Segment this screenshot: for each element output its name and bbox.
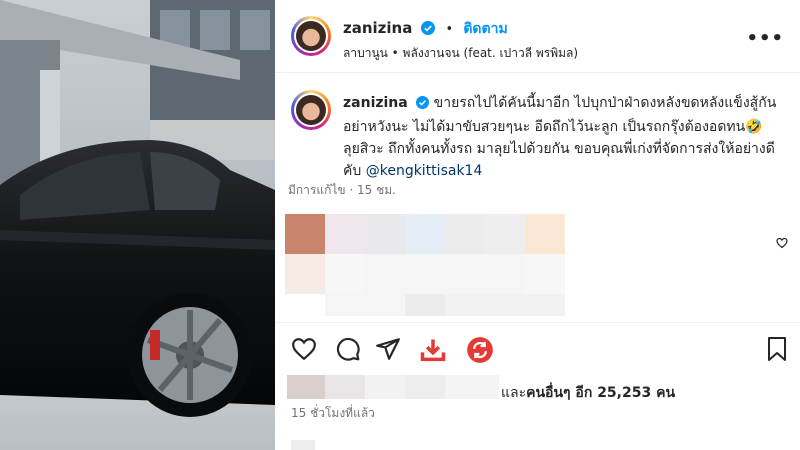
mention-link[interactable]: @kengkittisak14 (366, 163, 483, 179)
caption-avatar[interactable] (291, 90, 331, 130)
username[interactable]: zanizina (343, 19, 412, 37)
post-header: zanizina • ติดตาม ลาบานูน • พลังงานจน (f… (275, 0, 800, 73)
likes-count[interactable]: และคนอื่นๆ อีก 25,253 คน (501, 382, 675, 404)
post-time-ago: 15 ชั่วโมงที่แล้ว (291, 406, 375, 420)
post-photo[interactable] (0, 0, 275, 450)
edited-label: มีการแก้ไข · 15 ชม. (288, 183, 396, 197)
verified-icon (416, 94, 430, 116)
sync-icon[interactable] (466, 336, 494, 368)
verified-icon (421, 20, 436, 39)
heart-icon[interactable] (291, 336, 317, 366)
bookmark-icon[interactable] (765, 336, 789, 366)
post-panel: zanizina • ติดตาม ลาบานูน • พลังงานจน (f… (275, 0, 800, 450)
car-photo-illustration (0, 0, 275, 450)
avatar[interactable] (291, 16, 331, 56)
caption: zanizina ขายรถไปได้คันนี้มาอีก ไปบุกป่าฝ… (343, 92, 783, 182)
audio-location[interactable]: ลาบานูน • พลังงานจน (feat. เปาวลี พรพิมล… (343, 44, 578, 63)
more-icon[interactable]: ••• (746, 28, 784, 49)
comment-icon[interactable] (335, 336, 361, 366)
follow-button[interactable]: ติดตาม (463, 21, 507, 37)
caption-username[interactable]: zanizina (343, 95, 408, 111)
download-icon[interactable] (419, 336, 447, 368)
send-icon[interactable] (375, 336, 401, 366)
separator-dot: • (445, 22, 454, 37)
comment-like-heart-icon[interactable] (776, 234, 788, 253)
comment-input-blurred (291, 440, 315, 450)
